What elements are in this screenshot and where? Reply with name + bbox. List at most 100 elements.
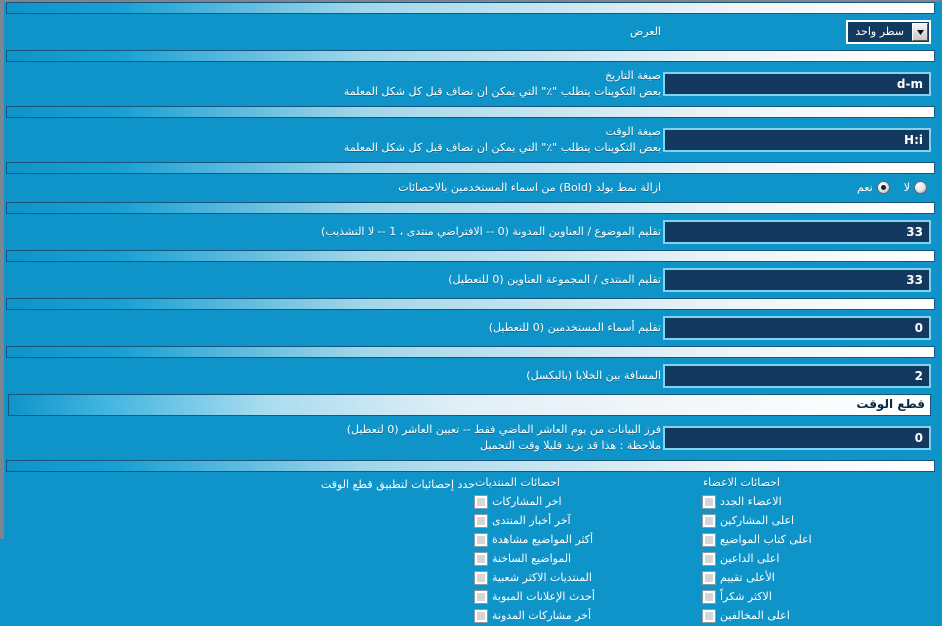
time-format-row: صيغة الوقت بعض التكوينات يتطلب "٪" التي …: [4, 118, 939, 162]
trim-thread-titles-label-text: تقليم الموضوع / العناوين المدونة (0 -- ا…: [321, 224, 661, 238]
checkbox-icon-latest-blog-posts[interactable]: [474, 609, 488, 624]
display-mode-select[interactable]: سطر واحد: [846, 20, 931, 44]
date-format-label-text: صيغة التاريخ: [605, 69, 661, 82]
radio-icon-no[interactable]: [914, 181, 927, 195]
time-format-input[interactable]: [663, 127, 931, 152]
checkbox-icon-latest-classifieds[interactable]: [474, 590, 488, 605]
time-format-label: صيغة الوقت بعض التكوينات يتطلب "٪" التي …: [8, 124, 661, 156]
checkbox-label-new-members: الاعضاء الجدد: [720, 495, 782, 509]
checkbox-row-most-thanked[interactable]: الاكثر شكراً: [702, 588, 772, 607]
separator-1: [6, 50, 935, 62]
checkbox-row-latest-forum-news[interactable]: آخر أخبار المنتدى: [474, 512, 571, 531]
cell-spacing-field: [661, 363, 931, 388]
checkbox-icon-hot-threads[interactable]: [474, 552, 488, 567]
remove-bold-label-text: ازالة نمط بولد (Bold) من اسماء المستخدمي…: [398, 180, 661, 194]
checkbox-row-latest-posts[interactable]: اخر المشاركات: [474, 493, 562, 512]
settings-panel: سطر واحد العرض صيغة التاريخ بعض التكوينا…: [0, 0, 942, 624]
checkbox-label-top-referrers: اعلى الداعين: [720, 552, 780, 566]
radio-icon-yes[interactable]: [876, 181, 890, 195]
remove-bold-option-no[interactable]: لا: [904, 181, 927, 195]
checkbox-label-hot-threads: المواضيع الساخنة: [492, 552, 572, 566]
section-title-text: قطع الوقت: [856, 396, 925, 411]
remove-bold-label: ازالة نمط بولد (Bold) من اسماء المستخدمي…: [8, 180, 661, 196]
checkbox-row-top-violators[interactable]: اعلى المخالفين: [702, 607, 790, 626]
display-mode-value: سطر واحد: [855, 25, 904, 38]
display-mode-field: سطر واحد: [661, 20, 931, 44]
time-cutoff-label-text: فرز البيانات من يوم العاشر الماضي فقط --…: [346, 422, 661, 436]
trim-usernames-input[interactable]: [663, 315, 931, 340]
checkbox-label-latest-forum-news: آخر أخبار المنتدى: [492, 514, 571, 528]
checkbox-label-top-posters: اعلى المشاركين: [720, 514, 795, 528]
checkbox-row-latest-blog-posts[interactable]: أخر مشاركات المدونة: [474, 607, 592, 626]
separator-3: [6, 161, 935, 174]
trim-usernames-label: تقليم أسماء المستخدمين (0 للتعطيل): [8, 320, 661, 336]
display-mode-row: سطر واحد العرض: [4, 14, 939, 50]
display-mode-label: العرض: [8, 24, 661, 40]
trim-usernames-label-text: تقليم أسماء المستخدمين (0 للتعطيل): [488, 320, 661, 334]
checkbox-label-top-rated: الأعلى تقييم: [720, 571, 775, 585]
trim-forum-titles-label-text: تقليم المنتدى / المجموعة العناوين (0 للت…: [448, 272, 661, 286]
remove-bold-row: لا نعم ازالة نمط بولد (Bold) من اسماء ال…: [4, 174, 939, 202]
date-format-input[interactable]: [663, 71, 931, 96]
checkbox-label-top-thread-starters: اعلى كتاب المواضيع: [720, 533, 812, 547]
checkbox-label-top-violators: اعلى المخالفين: [720, 609, 790, 623]
trim-thread-titles-input[interactable]: [663, 219, 931, 244]
checkbox-icon-top-referrers[interactable]: [702, 552, 716, 567]
checkbox-icon-top-posters[interactable]: [702, 514, 716, 529]
date-format-field: [661, 71, 931, 96]
checkbox-icon-most-viewed-threads[interactable]: [474, 533, 488, 548]
trim-forum-titles-field: [661, 267, 931, 292]
checkbox-icon-new-members[interactable]: [702, 495, 716, 510]
checkbox-icon-most-thanked[interactable]: [702, 590, 716, 605]
checkbox-label-latest-posts: اخر المشاركات: [492, 495, 562, 509]
time-cutoff-row: فرز البيانات من يوم العاشر الماضي فقط --…: [4, 416, 939, 460]
trim-usernames-field: [661, 315, 931, 340]
stats-column-members-heading: احصائات الاعضاء: [703, 475, 780, 489]
trim-thread-titles-row: تقليم الموضوع / العناوين المدونة (0 -- ا…: [4, 214, 939, 250]
stats-column-forums-heading: احصائات المنتديات: [475, 475, 560, 489]
separator-7: [6, 345, 935, 358]
display-mode-label-text: العرض: [629, 25, 661, 39]
remove-bold-option-yes[interactable]: نعم: [857, 181, 890, 195]
checkbox-row-top-thread-starters[interactable]: اعلى كتاب المواضيع: [702, 531, 812, 550]
trim-forum-titles-row: تقليم المنتدى / المجموعة العناوين (0 للت…: [4, 262, 939, 298]
checkbox-row-top-rated[interactable]: الأعلى تقييم: [702, 569, 775, 588]
time-format-field: [661, 127, 931, 152]
checkbox-row-top-posters[interactable]: اعلى المشاركين: [702, 512, 795, 531]
checkbox-icon-latest-forum-news[interactable]: [474, 514, 488, 529]
trim-thread-titles-field: [661, 219, 931, 244]
stats-selection-label: حدد إحصائيات لتطبيق قطع الوقت: [8, 476, 475, 626]
checkbox-row-most-viewed-threads[interactable]: أكثر المواضيع مشاهدة: [474, 531, 593, 550]
checkbox-row-new-members[interactable]: الاعضاء الجدد: [702, 493, 782, 512]
time-cutoff-input[interactable]: [663, 425, 931, 450]
cell-spacing-label-text: المسافة بين الخلايا (بالبكسل): [526, 368, 661, 382]
section-header-bar: [8, 393, 931, 416]
separator-4: [6, 201, 935, 214]
checkbox-label-popular-forums: المنتديات الاكثر شعبية: [492, 571, 592, 585]
date-format-sublabel-text: بعض التكوينات يتطلب "٪" التي يمكن ان تضا…: [343, 84, 661, 98]
separator-2: [6, 105, 935, 118]
date-format-label: صيغة التاريخ بعض التكوينات يتطلب "٪" الت…: [8, 68, 661, 100]
checkbox-row-top-referrers[interactable]: اعلى الداعين: [702, 550, 780, 569]
remove-bold-option-yes-label: نعم: [857, 181, 873, 195]
cell-spacing-input[interactable]: [663, 363, 931, 388]
date-format-row: صيغة التاريخ بعض التكوينات يتطلب "٪" الت…: [4, 62, 939, 106]
chevron-down-icon[interactable]: [912, 23, 928, 41]
checkbox-label-latest-classifieds: أحدث الإعلانات المبوبة: [492, 590, 595, 604]
checkbox-label-latest-blog-posts: أخر مشاركات المدونة: [492, 609, 592, 623]
checkbox-row-latest-classifieds[interactable]: أحدث الإعلانات المبوبة: [474, 588, 595, 607]
checkbox-icon-latest-posts[interactable]: [474, 495, 488, 510]
remove-bold-radio-group: لا نعم: [857, 181, 931, 195]
time-format-label-text: صيغة الوقت: [605, 124, 661, 138]
checkbox-icon-top-violators[interactable]: [702, 609, 716, 624]
checkbox-icon-top-rated[interactable]: [702, 571, 716, 586]
checkbox-row-popular-forums[interactable]: المنتديات الاكثر شعبية: [474, 569, 592, 588]
checkbox-icon-popular-forums[interactable]: [474, 571, 488, 586]
trim-forum-titles-input[interactable]: [663, 267, 931, 292]
checkbox-icon-top-thread-starters[interactable]: [702, 533, 716, 548]
checkbox-row-hot-threads[interactable]: المواضيع الساخنة: [474, 550, 572, 569]
time-cutoff-sublabel-text: ملاحظة : هذا قد يزيد قليلا وقت التحميل: [480, 438, 661, 452]
separator-6: [6, 297, 935, 310]
stats-selection-row: احصائات الاعضاء الاعضاء الجدد اعلى المشا…: [4, 472, 939, 626]
remove-bold-field: لا نعم: [661, 181, 931, 195]
